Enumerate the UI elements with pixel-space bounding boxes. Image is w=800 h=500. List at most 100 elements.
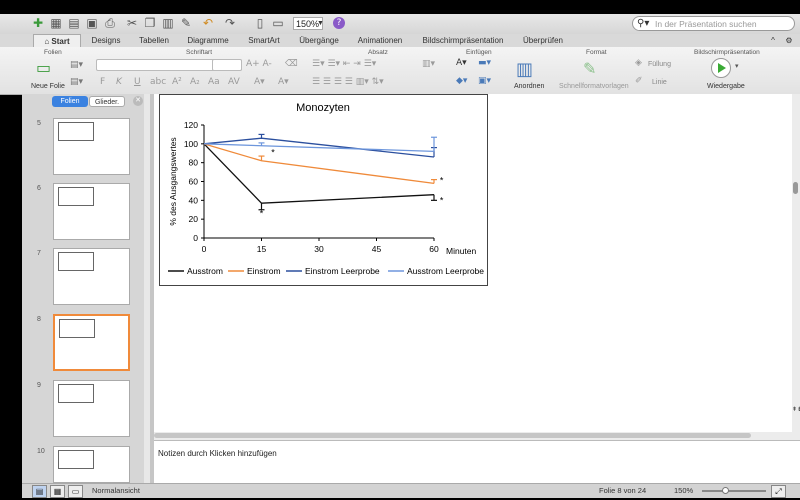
- y-tick-label: 80: [189, 158, 199, 168]
- fill-icon[interactable]: ◈: [635, 58, 642, 68]
- picture-icon[interactable]: ▬▾: [478, 58, 491, 68]
- scroll-thumb[interactable]: [154, 433, 751, 438]
- slide-thumbnail-selected[interactable]: [53, 314, 130, 371]
- tab-slides[interactable]: Folien: [52, 96, 88, 107]
- significance-marker: *: [440, 195, 444, 205]
- tab-slideshow[interactable]: Bildschirmpräsentation: [418, 34, 508, 47]
- horizontal-scrollbar[interactable]: [154, 432, 800, 440]
- line-icon[interactable]: ✐: [635, 76, 643, 86]
- slideshow-icon[interactable]: ▭: [270, 16, 286, 31]
- normal-view-button[interactable]: ▤: [32, 485, 47, 498]
- chevron-down-icon[interactable]: ▼: [317, 17, 325, 30]
- x-tick-label: 60: [429, 244, 439, 254]
- copy-icon[interactable]: ❐: [142, 16, 158, 31]
- arrange-label[interactable]: Anordnen: [514, 83, 544, 90]
- print-icon[interactable]: ⎙: [102, 16, 118, 31]
- tab-smartart[interactable]: SmartArt: [243, 34, 285, 47]
- font-size-select[interactable]: [212, 59, 242, 71]
- subscript-icon[interactable]: A₂: [190, 77, 200, 87]
- zoom-slider[interactable]: [702, 487, 766, 494]
- thumbnail-chart: [58, 122, 94, 141]
- group-label-insert: Einfügen: [466, 49, 492, 56]
- gallery-icon[interactable]: ▦: [48, 16, 64, 31]
- align-icon[interactable]: ☰ ☰ ☰ ☰ ▥▾ ⇅▾: [312, 77, 384, 87]
- new-slide-label[interactable]: Neue Folie: [31, 83, 65, 90]
- play-button[interactable]: [711, 58, 731, 78]
- slideshow-view-button[interactable]: ▭: [68, 485, 83, 498]
- undo-icon[interactable]: ↶: [200, 16, 216, 31]
- shape-icon[interactable]: ◆▾: [456, 76, 467, 86]
- cut-icon[interactable]: ✂: [124, 16, 140, 31]
- tab-tables[interactable]: Tabellen: [134, 34, 174, 47]
- italic-icon[interactable]: K: [116, 77, 122, 87]
- slide-number: 7: [37, 250, 41, 257]
- chart-object[interactable]: Monozyten 0 20 40 60 80 100 120 0 15 30 45 60 Minuten…: [159, 94, 488, 286]
- slide-canvas[interactable]: Monozyten 0 20 40 60 80 100 120 0 15 30 45 60 Minuten…: [154, 94, 794, 432]
- x-tick-label: 15: [257, 244, 267, 254]
- tab-transitions[interactable]: Übergänge: [294, 34, 344, 47]
- search-input[interactable]: [655, 18, 791, 29]
- slide-thumbnail[interactable]: [53, 118, 130, 175]
- x-tick-label: 0: [202, 244, 207, 254]
- collapse-ribbon-icon[interactable]: ^: [768, 34, 778, 47]
- zoom-slider-thumb[interactable]: [722, 487, 729, 494]
- quick-styles-label[interactable]: Schnellformatvorlagen: [559, 83, 629, 90]
- group-label-format: Format: [586, 49, 607, 56]
- slide-thumbnail[interactable]: [53, 446, 130, 483]
- quick-styles-icon[interactable]: ✎: [583, 59, 596, 78]
- slide-editor: Monozyten 0 20 40 60 80 100 120 0 15 30 45 60 Minuten…: [154, 94, 794, 432]
- quick-access-toolbar: ✚ ▦ ▤ ▣ ⎙ ✂ ❐ ▥ ✎ ↶ ↷ ▯ ▭ 150% ▼ ? ⚲▾: [0, 14, 800, 35]
- new-presentation-icon[interactable]: ✚: [30, 16, 46, 31]
- new-slide-icon[interactable]: ▭: [36, 58, 51, 77]
- slide-thumbnail[interactable]: [53, 380, 130, 437]
- close-icon[interactable]: ✕: [133, 96, 143, 106]
- case-icon[interactable]: Aa: [208, 77, 220, 87]
- superscript-icon[interactable]: A²: [172, 77, 182, 87]
- fit-to-window-icon[interactable]: ⤢: [771, 485, 786, 498]
- clear-format-icon[interactable]: ⌫: [285, 59, 298, 69]
- strikethrough-icon[interactable]: abc: [150, 77, 166, 87]
- layout-icon[interactable]: ▤▾: [70, 60, 83, 70]
- group-label-font: Schriftart: [186, 49, 213, 56]
- chevron-down-icon[interactable]: ▾: [735, 62, 739, 70]
- fill-label[interactable]: Füllung: [648, 61, 671, 68]
- gear-icon[interactable]: ⚙: [782, 34, 796, 47]
- underline-icon[interactable]: U: [134, 77, 141, 87]
- slide-thumbnail[interactable]: [53, 183, 130, 240]
- bold-icon[interactable]: F: [100, 77, 105, 87]
- textbox-icon[interactable]: A▾: [456, 58, 467, 68]
- bullets-icon[interactable]: ☰▾ ☰▾ ⇤ ⇥ ☰▾: [312, 59, 376, 69]
- redo-icon[interactable]: ↷: [222, 16, 238, 31]
- section-icon[interactable]: ▤▾: [70, 77, 83, 87]
- tab-charts[interactable]: Diagramme: [184, 34, 232, 47]
- columns-icon[interactable]: ▥▾: [422, 59, 435, 69]
- format-painter-icon[interactable]: ✎: [178, 16, 194, 31]
- search-box[interactable]: ⚲▾: [632, 16, 795, 31]
- scroll-arrows-icon[interactable]: ⇞⇟: [792, 406, 800, 413]
- spacing-icon[interactable]: AV: [228, 77, 240, 87]
- help-icon[interactable]: ?: [333, 17, 345, 29]
- line-label[interactable]: Linie: [652, 79, 667, 86]
- playback-label[interactable]: Wiedergabe: [707, 83, 745, 90]
- arrange-icon[interactable]: ▥: [516, 59, 533, 80]
- tab-animations[interactable]: Animationen: [354, 34, 406, 47]
- scroll-thumb[interactable]: [793, 182, 798, 194]
- highlight-icon[interactable]: A▾: [278, 77, 289, 87]
- legend-label: Ausstrom Leerprobe: [407, 266, 484, 276]
- open-icon[interactable]: ▤: [66, 16, 82, 31]
- tab-designs[interactable]: Designs: [86, 34, 126, 47]
- notes-pane[interactable]: Notizen durch Klicken hinzufügen: [154, 440, 800, 484]
- slide-thumbnail[interactable]: [53, 248, 130, 305]
- save-icon[interactable]: ▣: [84, 16, 100, 31]
- font-color-icon[interactable]: A▾: [254, 77, 265, 87]
- slide-layout-icon[interactable]: ▯: [252, 16, 268, 31]
- y-tick-label: 60: [189, 177, 199, 187]
- paste-icon[interactable]: ▥: [160, 16, 176, 31]
- vertical-scrollbar[interactable]: ⇞⇟: [792, 94, 800, 432]
- sorter-view-button[interactable]: ▦: [50, 485, 65, 498]
- tab-outline[interactable]: Glieder.: [89, 96, 125, 107]
- media-icon[interactable]: ▣▾: [478, 76, 491, 86]
- grow-font-icon[interactable]: A+ A-: [246, 59, 272, 69]
- tab-review[interactable]: Überprüfen: [518, 34, 568, 47]
- x-axis-label: Minuten: [446, 246, 477, 256]
